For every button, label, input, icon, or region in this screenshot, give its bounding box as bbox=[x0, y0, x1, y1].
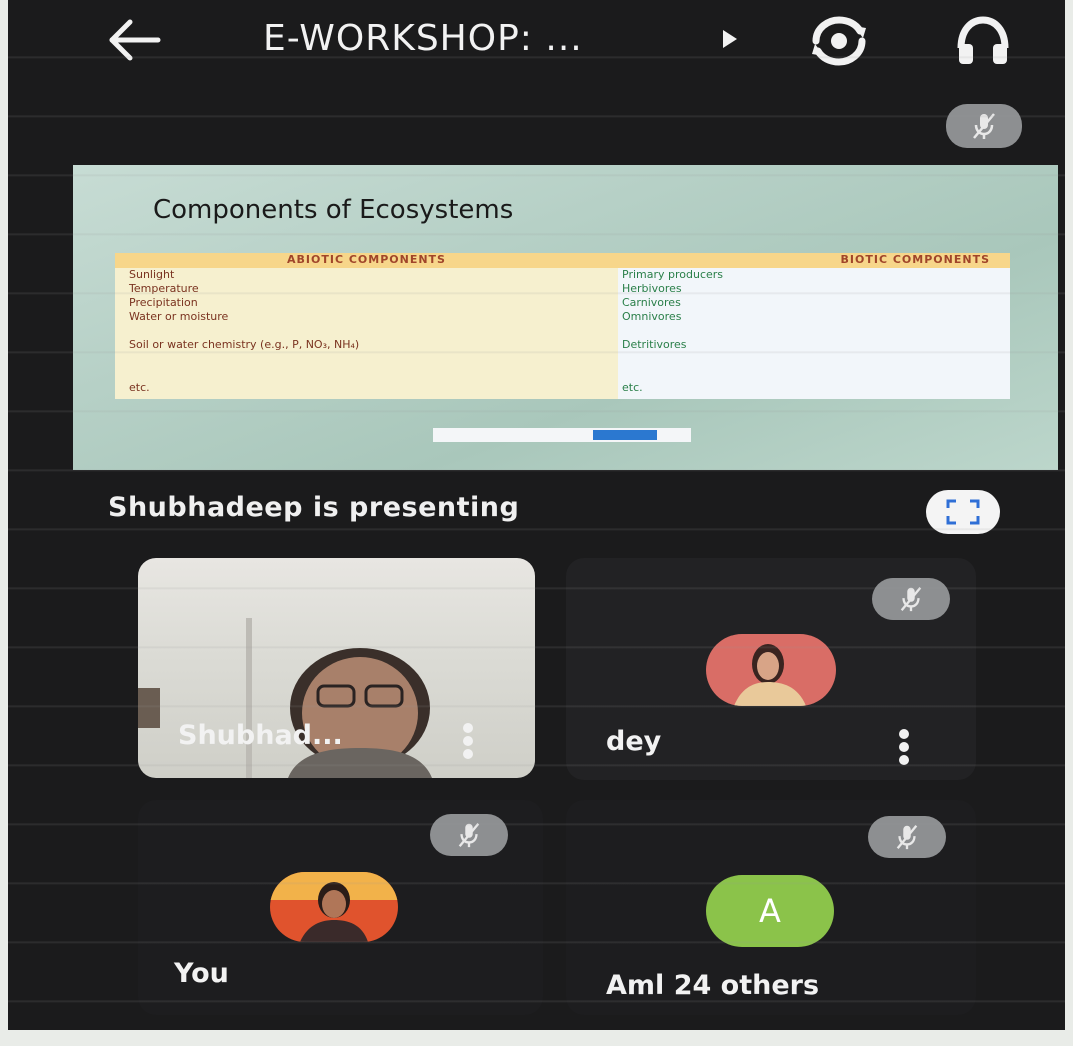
mic-off-badge bbox=[872, 578, 950, 620]
biotic-item: Carnivores bbox=[622, 296, 681, 309]
abiotic-header: ABIOTIC COMPONENTS bbox=[115, 253, 618, 268]
more-options-button[interactable] bbox=[460, 720, 476, 760]
abiotic-item: etc. bbox=[129, 381, 150, 394]
audio-output-button[interactable] bbox=[953, 14, 1013, 68]
title-expand-button[interactable] bbox=[720, 28, 740, 50]
mic-off-icon bbox=[900, 587, 922, 612]
participant-name: dey bbox=[606, 726, 662, 757]
participant-tile[interactable]: dey bbox=[566, 558, 976, 780]
caret-right-icon bbox=[723, 30, 737, 48]
biotic-item: Primary producers bbox=[622, 268, 724, 281]
biotic-column: BIOTIC COMPONENTS Primary producers Herb… bbox=[618, 253, 1010, 399]
more-options-button[interactable] bbox=[896, 726, 912, 766]
mic-off-icon bbox=[458, 823, 480, 848]
abiotic-column: ABIOTIC COMPONENTS Sunlight Temperature … bbox=[115, 253, 618, 399]
biotic-item: Detritivores bbox=[622, 338, 687, 351]
participant-tile-self[interactable]: You bbox=[138, 800, 543, 1015]
switch-camera-button[interactable] bbox=[808, 14, 870, 68]
abiotic-item: Water or moisture bbox=[129, 310, 229, 323]
participant-summary: Aml 24 others bbox=[606, 970, 819, 1001]
meeting-title[interactable]: E-WORKSHOP: ... bbox=[263, 18, 583, 59]
avatar bbox=[706, 634, 836, 706]
fullscreen-icon bbox=[946, 499, 980, 525]
more-vert-icon bbox=[463, 723, 473, 733]
more-vert-icon bbox=[899, 729, 909, 739]
abiotic-item: Precipitation bbox=[129, 296, 198, 309]
avatar-letter: A bbox=[706, 875, 834, 947]
slide-title: Components of Ecosystems bbox=[153, 195, 514, 225]
mic-off-badge bbox=[868, 816, 946, 858]
presenter-mic-off-badge bbox=[946, 104, 1022, 148]
fullscreen-button[interactable] bbox=[926, 490, 1000, 534]
components-table: ABIOTIC COMPONENTS Sunlight Temperature … bbox=[115, 253, 1010, 399]
avatar-photo bbox=[270, 872, 398, 942]
presenting-status: Shubhadeep is presenting bbox=[108, 492, 520, 523]
headphones-icon bbox=[957, 16, 1009, 64]
participant-tile-video[interactable]: Shubhad... bbox=[138, 558, 535, 778]
abiotic-item: Sunlight bbox=[129, 268, 175, 281]
mic-off-icon bbox=[973, 113, 995, 139]
back-button[interactable] bbox=[108, 18, 162, 62]
slide-control-bar[interactable] bbox=[433, 428, 691, 442]
biotic-item: Herbivores bbox=[622, 282, 682, 295]
abiotic-item: Temperature bbox=[129, 282, 199, 295]
top-bar: E-WORKSHOP: ... bbox=[8, 0, 1065, 90]
avatar bbox=[270, 872, 398, 942]
shared-screen: Components of Ecosystems ABIOTIC COMPONE… bbox=[73, 165, 1058, 470]
participant-name: You bbox=[174, 958, 229, 989]
mic-off-icon bbox=[896, 825, 918, 850]
abiotic-item: Soil or water chemistry (e.g., P, NO₃, N… bbox=[129, 338, 360, 351]
mic-off-badge bbox=[430, 814, 508, 856]
biotic-item: etc. bbox=[622, 381, 643, 394]
participant-name: Aml bbox=[606, 970, 665, 1001]
others-count: 24 others bbox=[673, 970, 820, 1001]
arrow-left-icon bbox=[109, 19, 161, 61]
meeting-screen: E-WORKSHOP: ... Components of Ecosystems… bbox=[8, 0, 1065, 1030]
switch-camera-icon bbox=[812, 16, 866, 66]
slide-control-highlight bbox=[593, 430, 657, 440]
biotic-item: Omnivores bbox=[622, 310, 682, 323]
participant-name: Shubhad... bbox=[178, 720, 343, 751]
biotic-header: BIOTIC COMPONENTS bbox=[618, 253, 1010, 268]
avatar-photo bbox=[734, 644, 806, 706]
